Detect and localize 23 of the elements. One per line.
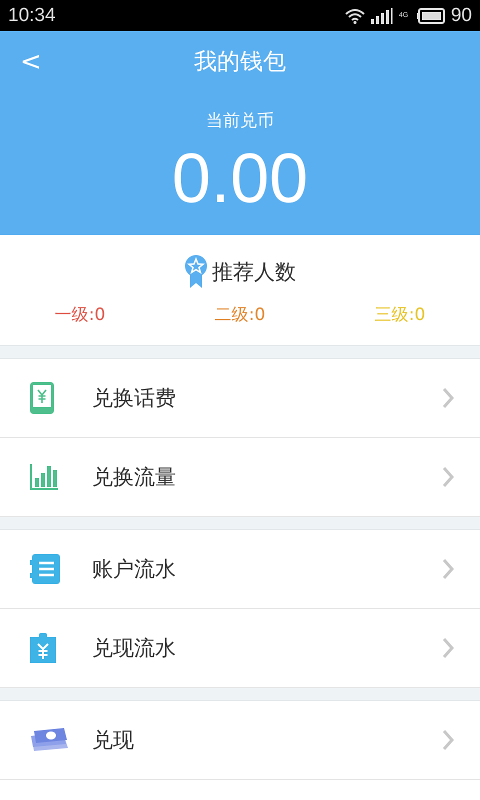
wifi-icon xyxy=(344,8,365,24)
balance-amount: 0.00 xyxy=(172,138,308,218)
chevron-icon xyxy=(442,387,454,409)
page-title: 我的钱包 xyxy=(194,48,286,76)
clipboard-icon xyxy=(30,633,56,663)
phone-icon xyxy=(30,382,54,414)
balance-label: 当前兑币 xyxy=(206,110,274,132)
medal-icon xyxy=(184,255,208,289)
referral-level-count: 一级:0 xyxy=(54,305,106,325)
battery-level: 90 xyxy=(450,4,472,26)
clock-time: 10:34 xyxy=(8,4,56,26)
banknotes-icon xyxy=(30,728,70,752)
chevron-icon xyxy=(442,466,454,488)
referral-level-count: 三级:0 xyxy=(374,305,426,325)
chevron-icon xyxy=(442,637,454,659)
chevron-icon xyxy=(442,729,454,751)
chevron-icon xyxy=(442,558,454,580)
bar-chart-icon xyxy=(30,464,58,490)
notebook-icon xyxy=(30,554,60,584)
referrals-title: 推荐人数 xyxy=(212,259,296,286)
signal-icon xyxy=(370,8,393,24)
battery-icon xyxy=(416,8,445,24)
referral-level-count: 二级:0 xyxy=(214,305,266,325)
